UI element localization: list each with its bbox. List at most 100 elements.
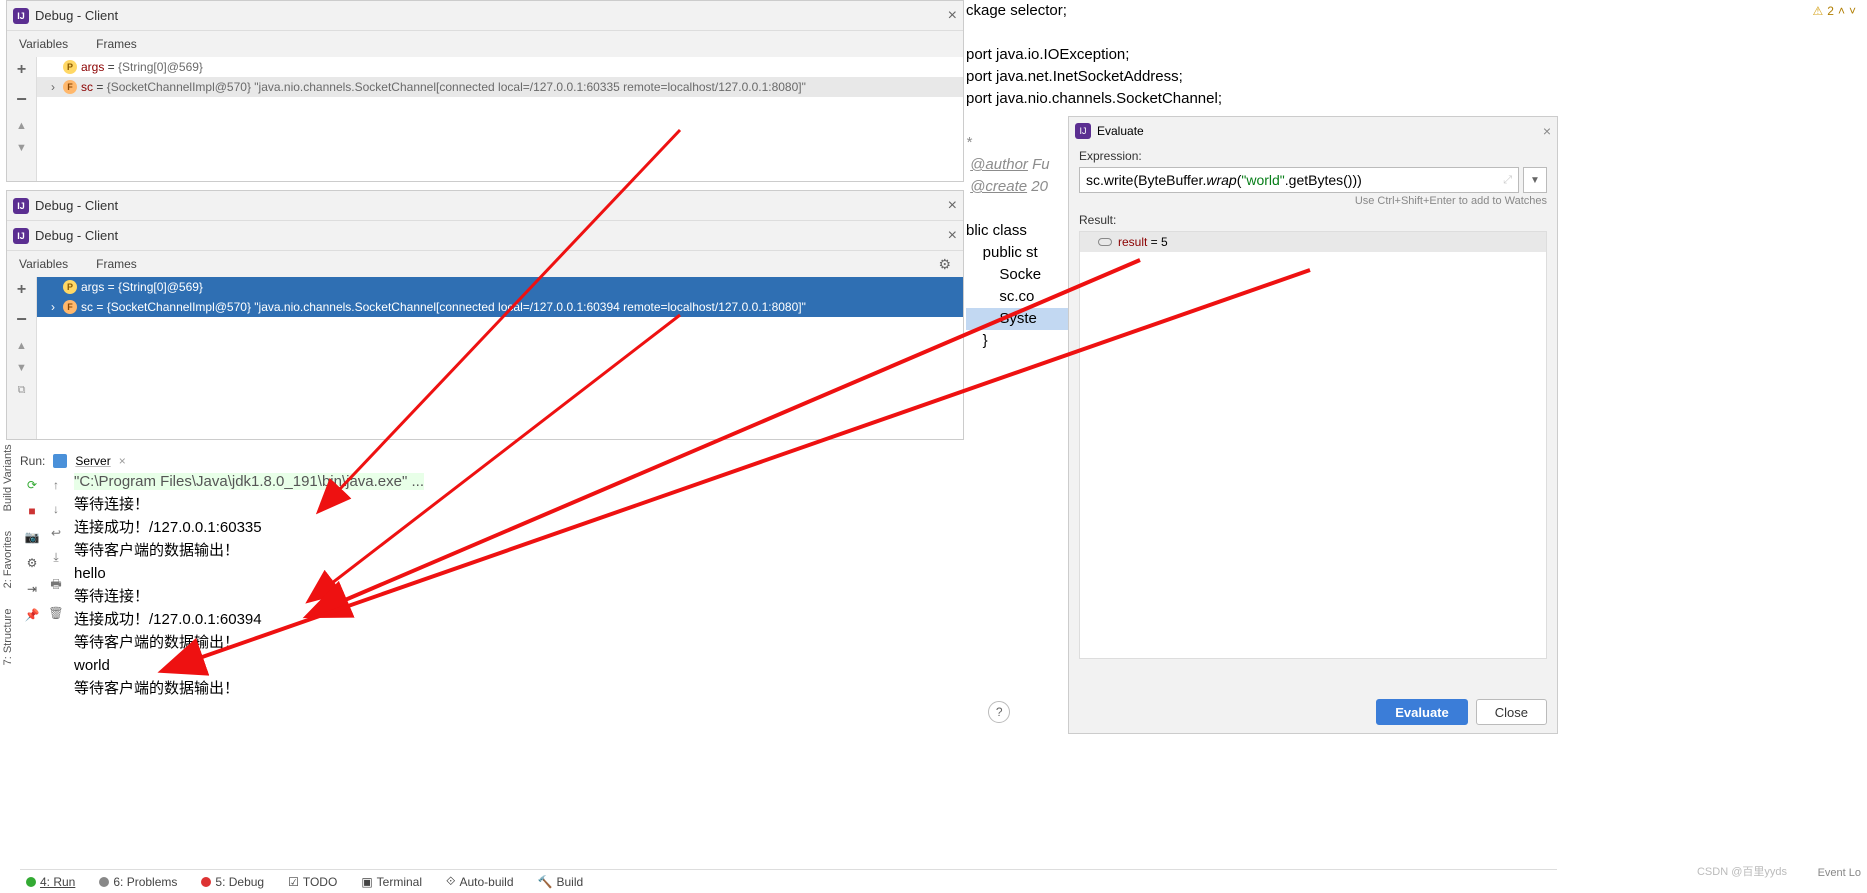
chevron-down-icon[interactable]: ˅: [1849, 0, 1856, 22]
tab-frames[interactable]: Frames: [96, 37, 137, 51]
intellij-icon: IJ: [13, 8, 29, 24]
console-line: 等待客户端的数据输出！: [74, 539, 1060, 562]
result-label: Result:: [1069, 209, 1557, 231]
gear-icon[interactable]: ⚙: [27, 556, 38, 570]
problems-icon: [99, 877, 109, 887]
var-row-args[interactable]: P args = {String[0]@569}: [37, 277, 963, 297]
intellij-icon: IJ: [1075, 123, 1091, 139]
copy-icon[interactable]: ⧉: [18, 384, 26, 397]
console-line: 等待连接！: [74, 585, 1060, 608]
scroll-end-icon[interactable]: ⤓: [53, 550, 58, 565]
run-label: Run:: [20, 454, 45, 468]
code-line: port java.net.InetSocketAddress;: [966, 66, 1556, 88]
leftbar-structure[interactable]: 7: Structure: [2, 609, 16, 666]
inspection-badge[interactable]: ⚠2˄˅: [1813, 0, 1856, 22]
remove-watch-button[interactable]: −: [16, 309, 27, 330]
console-line: "C:\Program Files\Java\jdk1.8.0_191\bin\…: [74, 473, 424, 490]
exit-icon[interactable]: ⇥: [27, 582, 37, 596]
expand-icon[interactable]: ›: [47, 300, 59, 314]
left-tool-strip: 7: Structure 2: Favorites Build Variants: [0, 440, 18, 669]
tab-close-icon[interactable]: ×: [119, 454, 126, 468]
param-icon: P: [63, 60, 77, 74]
panel-sidebar: + − ▲ ▼ ⧉: [7, 277, 37, 439]
bottom-todo[interactable]: ☑TODO: [288, 875, 337, 889]
close-button[interactable]: Close: [1476, 699, 1547, 725]
pin-icon[interactable]: 📌: [25, 608, 40, 622]
bottom-tool-bar: 4: Run 6: Problems 5: Debug ☑TODO ▣Termi…: [20, 869, 1557, 893]
console-line: hello: [74, 562, 1060, 585]
variables-tree[interactable]: P args = {String[0]@569} › F sc = {Socke…: [37, 277, 963, 439]
debug-panel-2: IJ Debug - Client × IJ Debug - Client × …: [6, 190, 964, 440]
console-line: 连接成功！/127.0.0.1:60394: [74, 608, 1060, 631]
event-log-label[interactable]: Event Lo: [1818, 867, 1861, 879]
close-icon[interactable]: ×: [1543, 123, 1551, 139]
tab-variables[interactable]: Variables: [19, 257, 68, 271]
expression-label: Expression:: [1069, 145, 1557, 167]
leftbar-favorites[interactable]: 2: Favorites: [2, 531, 16, 588]
expression-input[interactable]: sc.write(ByteBuffer.wrap("world".getByte…: [1079, 167, 1519, 193]
evaluate-button[interactable]: Evaluate: [1376, 699, 1467, 725]
server-icon: [53, 454, 67, 468]
rerun-button[interactable]: ⟳: [27, 478, 37, 492]
run-controls: ⟳ ■ 📷 ⚙ ⇥ 📌: [20, 470, 44, 720]
panel-title-bar[interactable]: IJ Debug - Client ×: [7, 1, 963, 31]
close-icon[interactable]: ×: [948, 197, 957, 215]
panel-tabs: Variables Frames: [7, 31, 963, 57]
history-dropdown-button[interactable]: ▼: [1523, 167, 1547, 193]
hint-text: Use Ctrl+Shift+Enter to add to Watches: [1069, 193, 1557, 209]
tab-variables[interactable]: Variables: [19, 37, 68, 51]
panel-title: Debug - Client: [35, 228, 118, 243]
scroll-down-icon[interactable]: ↓: [53, 502, 59, 516]
inner-title-bar[interactable]: IJ Debug - Client ×: [7, 221, 963, 251]
soft-wrap-icon[interactable]: ↩: [51, 526, 61, 540]
console-line: 连接成功！/127.0.0.1:60335: [74, 516, 1060, 539]
nav-down-icon[interactable]: ▼: [16, 142, 27, 154]
var-row-args[interactable]: P args = {String[0]@569}: [37, 57, 963, 77]
camera-icon[interactable]: 📷: [25, 530, 40, 544]
result-icon: [1098, 238, 1112, 246]
nav-up-icon[interactable]: ▲: [16, 120, 27, 132]
field-icon: F: [63, 300, 77, 314]
variables-tree[interactable]: P args = {String[0]@569} › F sc = {Socke…: [37, 57, 963, 181]
add-watch-button[interactable]: +: [17, 281, 26, 299]
remove-watch-button[interactable]: −: [16, 89, 27, 110]
bottom-build[interactable]: 🔨Build: [538, 875, 584, 889]
dialog-title: Evaluate: [1097, 124, 1144, 138]
panel-title: Debug - Client: [35, 8, 118, 23]
run-header: Run: Server ×: [20, 450, 1060, 472]
result-tree[interactable]: result = 5: [1079, 231, 1547, 659]
result-row[interactable]: result = 5: [1080, 232, 1546, 252]
warning-icon: ⚠: [1813, 0, 1824, 22]
param-icon: P: [63, 280, 77, 294]
panel-title-bar[interactable]: IJ Debug - Client ×: [7, 191, 963, 221]
dialog-title-bar[interactable]: IJ Evaluate ×: [1069, 117, 1557, 145]
print-icon[interactable]: 🖶: [50, 575, 61, 596]
bottom-problems[interactable]: 6: Problems: [99, 875, 177, 889]
scroll-up-icon[interactable]: ↑: [53, 478, 59, 492]
close-icon[interactable]: ×: [948, 227, 957, 245]
console-output[interactable]: "C:\Program Files\Java\jdk1.8.0_191\bin\…: [68, 470, 1060, 720]
nav-down-icon[interactable]: ▼: [16, 362, 27, 374]
close-icon[interactable]: ×: [948, 7, 957, 25]
expand-expression-icon[interactable]: ⤢: [1503, 174, 1512, 187]
leftbar-build-variants[interactable]: Build Variants: [2, 444, 16, 511]
stop-button[interactable]: ■: [28, 504, 35, 518]
bottom-debug[interactable]: 5: Debug: [201, 875, 264, 889]
chevron-up-icon[interactable]: ˄: [1838, 0, 1845, 22]
bottom-run[interactable]: 4: Run: [26, 875, 75, 889]
clear-icon[interactable]: 🗑: [48, 606, 63, 620]
code-line: port java.nio.channels.SocketChannel;: [966, 88, 1556, 110]
nav-up-icon[interactable]: ▲: [16, 340, 27, 352]
settings-icon[interactable]: ⚙: [938, 256, 951, 273]
run-tab-server[interactable]: Server: [75, 454, 110, 468]
console-line: 等待客户端的数据输出！: [74, 631, 1060, 654]
tab-frames[interactable]: Frames: [96, 257, 137, 271]
console-line: 等待客户端的数据输出！: [74, 677, 1060, 700]
bottom-terminal[interactable]: ▣Terminal: [361, 875, 422, 889]
var-row-sc[interactable]: › F sc = {SocketChannelImpl@570} "java.n…: [37, 77, 963, 97]
var-row-sc[interactable]: › F sc = {SocketChannelImpl@570} "java.n…: [37, 297, 963, 317]
expand-icon[interactable]: ›: [47, 80, 59, 94]
code-line: port java.io.IOException;: [966, 44, 1556, 66]
add-watch-button[interactable]: +: [17, 61, 26, 79]
bottom-autobuild[interactable]: ⟐Auto-build: [446, 874, 514, 889]
